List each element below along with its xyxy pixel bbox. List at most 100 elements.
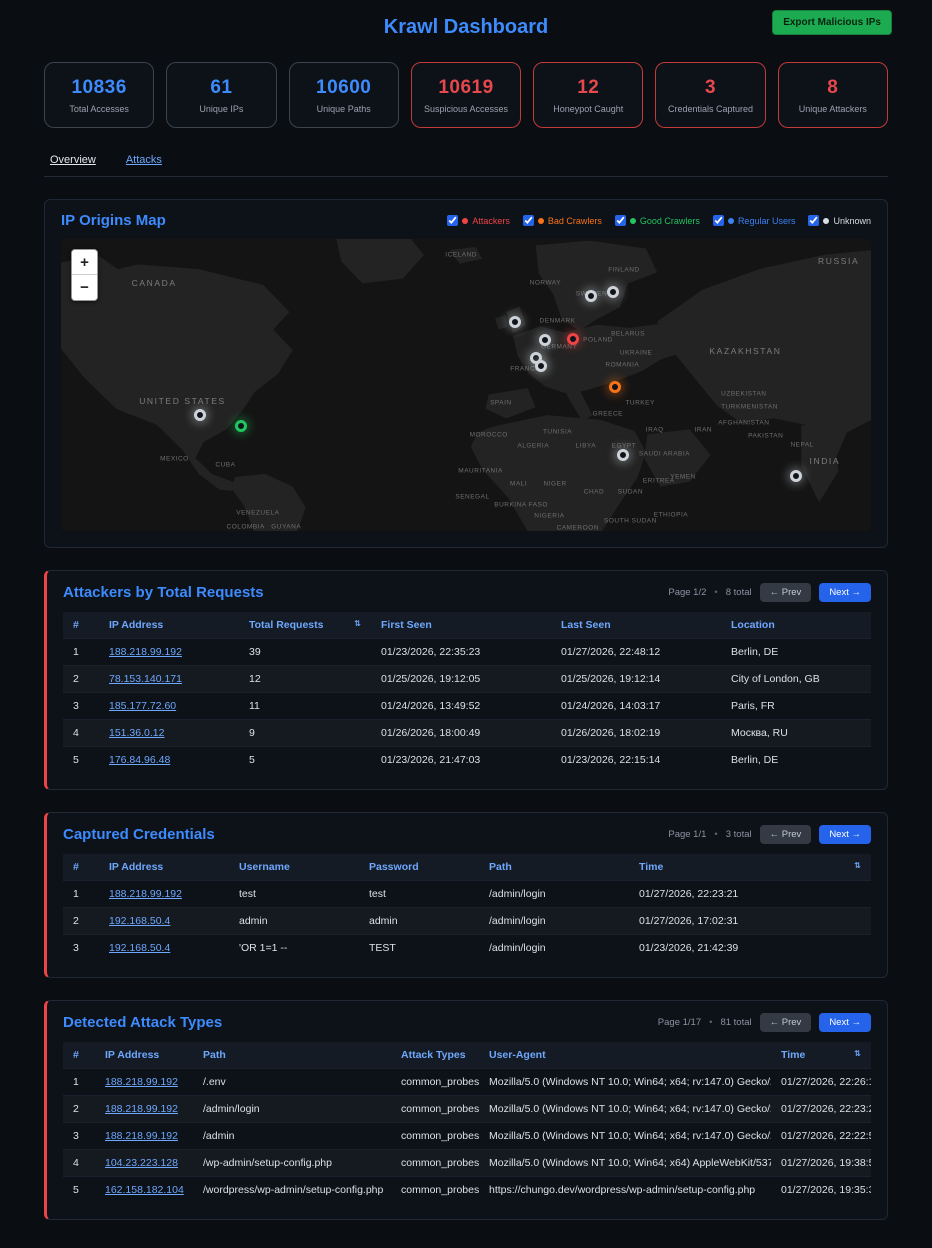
map-country-label: NORWAY: [530, 279, 561, 286]
sort-icon[interactable]: ⇅: [854, 861, 861, 870]
ip-link[interactable]: 188.218.99.192: [105, 1103, 178, 1115]
stat-card: 61 Unique IPs: [166, 62, 276, 128]
col-attack-types[interactable]: Attack Types: [391, 1042, 479, 1069]
ip-link[interactable]: 176.84.96.48: [109, 754, 170, 766]
col-last-seen[interactable]: Last Seen: [551, 612, 721, 639]
pager-separator: •: [714, 587, 717, 598]
col-user-agent[interactable]: User-Agent: [479, 1042, 771, 1069]
legend-item-good-crawlers[interactable]: Good Crawlers: [615, 215, 700, 226]
map-marker-unknown[interactable]: [617, 449, 629, 461]
table-row: 4 104.23.223.128 /wp-admin/setup-config.…: [63, 1150, 871, 1177]
table-row: 1 188.218.99.192 /.env common_probes Moz…: [63, 1069, 871, 1096]
table-row: 2 192.168.50.4 admin admin /admin/login …: [63, 908, 871, 935]
legend-checkbox-unknown[interactable]: [808, 215, 819, 226]
ip-link[interactable]: 151.36.0.12: [109, 727, 164, 739]
page-title: Krawl Dashboard: [384, 16, 548, 39]
sort-icon[interactable]: ⇅: [854, 1049, 861, 1058]
export-malicious-ips-button[interactable]: Export Malicious IPs: [772, 10, 892, 35]
legend-item-attackers[interactable]: Attackers: [447, 215, 510, 226]
credentials-panel-header: Captured Credentials Page 1/1 • 3 total …: [63, 825, 871, 844]
credentials-panel: Captured Credentials Page 1/1 • 3 total …: [44, 812, 888, 978]
map-country-label: ICELAND: [445, 252, 477, 259]
sort-icon[interactable]: ⇅: [354, 619, 361, 628]
col-path[interactable]: Path: [193, 1042, 391, 1069]
prev-page-button[interactable]: ← Prev: [760, 583, 812, 602]
ip-link[interactable]: 162.158.182.104: [105, 1184, 184, 1196]
table-row: 2 78.153.140.171 12 01/25/2026, 19:12:05…: [63, 666, 871, 693]
col-username[interactable]: Username: [229, 854, 359, 881]
col-ip-address[interactable]: IP Address: [99, 854, 229, 881]
map-country-label: TURKEY: [625, 399, 654, 406]
ip-link[interactable]: 188.218.99.192: [105, 1076, 178, 1088]
ip-link[interactable]: 185.177.72.60: [109, 700, 176, 712]
map-marker-good-crawler[interactable]: [235, 420, 247, 432]
attack-types-cell: common_probes: [391, 1096, 479, 1123]
next-page-button[interactable]: Next →: [819, 583, 871, 602]
prev-page-button[interactable]: ← Prev: [760, 1013, 812, 1032]
zoom-in-button[interactable]: +: [72, 250, 97, 275]
map-marker-unknown[interactable]: [790, 470, 802, 482]
col-total-requests[interactable]: Total Requests⇅: [239, 612, 371, 639]
map-marker-unknown[interactable]: [194, 409, 206, 421]
col-time-label: Time: [781, 1049, 805, 1061]
ip-link[interactable]: 78.153.140.171: [109, 673, 182, 685]
map-country-label: AFGHANISTAN: [718, 419, 769, 426]
legend-checkbox-bad-crawlers[interactable]: [523, 215, 534, 226]
next-page-button[interactable]: Next →: [819, 825, 871, 844]
ip-link[interactable]: 188.218.99.192: [105, 1130, 178, 1142]
tab-bar: Overview Attacks: [44, 154, 888, 177]
stats-row: 10836 Total Accesses 61 Unique IPs 10600…: [44, 62, 888, 128]
row-num: 1: [63, 639, 99, 666]
attack-types-cell: common_probes: [391, 1150, 479, 1177]
attack-types-panel-header: Detected Attack Types Page 1/17 • 81 tot…: [63, 1013, 871, 1032]
ip-link[interactable]: 192.168.50.4: [109, 942, 170, 954]
ip-link[interactable]: 188.218.99.192: [109, 888, 182, 900]
legend-item-unknown[interactable]: Unknown: [808, 215, 871, 226]
col-time[interactable]: Time⇅: [629, 854, 871, 881]
last-seen-cell: 01/23/2026, 22:15:14: [551, 747, 721, 774]
next-page-button[interactable]: Next →: [819, 1013, 871, 1032]
map-marker-bad-crawler[interactable]: [609, 381, 621, 393]
path-cell: /.env: [193, 1069, 391, 1096]
col-ip-address[interactable]: IP Address: [99, 612, 239, 639]
map-marker-attacker[interactable]: [567, 333, 579, 345]
attack-types-table: # IP Address Path Attack Types User-Agen…: [63, 1042, 871, 1203]
tab-attacks[interactable]: Attacks: [126, 154, 162, 166]
legend-item-regular-users[interactable]: Regular Users: [713, 215, 796, 226]
legend-checkbox-good-crawlers[interactable]: [615, 215, 626, 226]
col-time[interactable]: Time ⇅: [771, 1042, 871, 1069]
map-marker-unknown[interactable]: [539, 334, 551, 346]
password-cell: TEST: [359, 935, 479, 962]
prev-page-button[interactable]: ← Prev: [760, 825, 812, 844]
ip-link[interactable]: 104.23.223.128: [105, 1157, 178, 1169]
username-cell: admin: [229, 908, 359, 935]
legend-item-bad-crawlers[interactable]: Bad Crawlers: [523, 215, 602, 226]
col-password[interactable]: Password: [359, 854, 479, 881]
map-marker-unknown[interactable]: [535, 360, 547, 372]
map-country-label: TUNISIA: [543, 428, 572, 435]
map-marker-unknown[interactable]: [585, 290, 597, 302]
col-location[interactable]: Location: [721, 612, 871, 639]
col-first-seen[interactable]: First Seen: [371, 612, 551, 639]
legend-checkbox-attackers[interactable]: [447, 215, 458, 226]
stat-label: Suspicious Accesses: [424, 104, 508, 114]
col-ip-address[interactable]: IP Address: [95, 1042, 193, 1069]
ip-link[interactable]: 192.168.50.4: [109, 915, 170, 927]
map-country-label: MAURITANIA: [458, 468, 503, 475]
col-path[interactable]: Path: [479, 854, 629, 881]
table-row: 3 188.218.99.192 /admin common_probes Mo…: [63, 1123, 871, 1150]
zoom-out-button[interactable]: −: [72, 275, 97, 300]
time-cell: 01/27/2026, 19:35:33: [771, 1177, 871, 1204]
row-num: 5: [63, 747, 99, 774]
stat-card: 10836 Total Accesses: [44, 62, 154, 128]
ip-link[interactable]: 188.218.99.192: [109, 646, 182, 658]
map-country-label: UZBEKISTAN: [721, 390, 766, 397]
map-marker-unknown[interactable]: [607, 286, 619, 298]
map-canvas[interactable]: + − ICELANDCANADARUSSIANORWAYFINLANDSWED…: [61, 239, 871, 531]
map-marker-unknown[interactable]: [509, 316, 521, 328]
legend-checkbox-regular-users[interactable]: [713, 215, 724, 226]
map-country-label: NEPAL: [790, 441, 813, 448]
legend-dot: [728, 218, 734, 224]
tab-overview[interactable]: Overview: [50, 154, 96, 166]
total-requests-cell: 39: [239, 639, 371, 666]
